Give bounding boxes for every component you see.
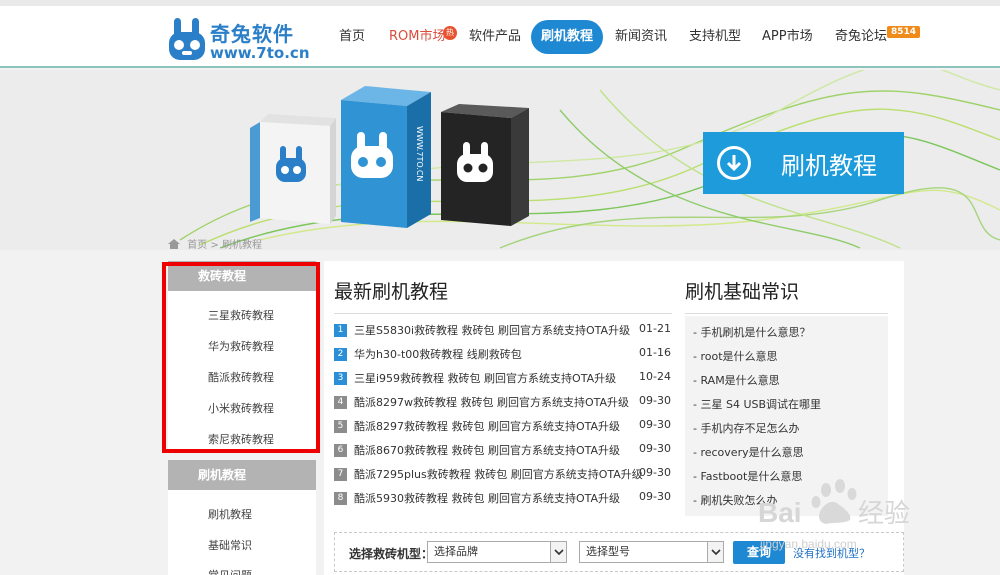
banner-title-block: 刷机教程: [703, 132, 904, 194]
model-select-value: 选择型号: [586, 545, 630, 558]
divider: [685, 313, 888, 314]
nav-rom-market[interactable]: ROM市场: [389, 20, 445, 54]
site-logo[interactable]: 奇兔软件 www.7to.cn: [168, 16, 310, 66]
baidu-watermark: Bai 经验 jingyan.baidu.com: [752, 478, 952, 570]
rabbit-logo-icon: [169, 18, 205, 60]
knowledge-link[interactable]: - recovery是什么意思: [693, 444, 804, 460]
tutorial-date: 01-21: [639, 322, 671, 335]
sidebar-item-faq[interactable]: 常见问题: [208, 567, 252, 575]
tutorial-link[interactable]: 华为h30-t00救砖教程 线刷救砖包: [354, 346, 522, 362]
brand-select-value: 选择品牌: [434, 545, 478, 558]
box-url-text: WWW.7TO.CN: [415, 126, 424, 181]
sidebar-item-flash[interactable]: 刷机教程: [208, 506, 252, 522]
tutorial-link[interactable]: 酷派7295plus救砖教程 救砖包 刷回官方系统支持OTA升级: [354, 466, 643, 482]
tutorial-link[interactable]: 酷派8297w救砖教程 救砖包 刷回官方系统支持OTA升级: [354, 394, 629, 410]
tutorial-link[interactable]: 酷派8670救砖教程 救砖包 刷回官方系统支持OTA升级: [354, 442, 620, 458]
divider: [334, 313, 672, 314]
site-header: 奇兔软件 www.7to.cn 首页 ROM市场 热 软件产品 刷机教程 新闻资…: [0, 0, 1000, 68]
chevron-down-icon: [707, 542, 723, 562]
nav-flash-tutorial[interactable]: 刷机教程: [531, 20, 604, 54]
rank-number: 1: [334, 324, 347, 337]
watermark-brand: Bai: [758, 497, 802, 528]
knowledge-link[interactable]: - 三星 S4 USB调试在哪里: [693, 396, 821, 412]
chevron-down-icon: [550, 542, 566, 562]
rank-number: 2: [334, 348, 347, 361]
download-icon: [717, 146, 751, 180]
tutorial-link[interactable]: 酷派5930救砖教程 救砖包 刷回官方系统支持OTA升级: [354, 490, 620, 506]
knowledge-link[interactable]: - 手机刷机是什么意思？: [693, 324, 810, 340]
tutorial-date: 09-30: [639, 490, 671, 503]
tutorial-link[interactable]: 三星S5830i救砖教程 救砖包 刷回官方系统支持OTA升级: [354, 322, 630, 338]
knowledge-title: 刷机基础常识: [685, 281, 800, 303]
sidebar-item-basics[interactable]: 基础常识: [208, 537, 252, 553]
tutorial-row[interactable]: 4 酷派8297w救砖教程 救砖包 刷回官方系统支持OTA升级 09-30: [334, 393, 674, 413]
white-product-box: [250, 114, 336, 224]
nav-home[interactable]: 首页: [339, 20, 365, 54]
rank-number: 7: [334, 468, 347, 481]
rank-number: 6: [334, 444, 347, 457]
rank-number: 5: [334, 420, 347, 433]
tutorial-date: 09-30: [639, 394, 671, 407]
highlight-frame: [162, 262, 320, 453]
breadcrumb-current: 刷机教程: [221, 240, 262, 251]
nav-supported-models[interactable]: 支持机型: [689, 20, 741, 54]
hero-banner: WWW.7TO.CN 刷机教程: [0, 70, 1000, 250]
sidebar-group-title[interactable]: 刷机教程: [168, 460, 316, 490]
tutorial-row[interactable]: 5 酷派8297救砖教程 救砖包 刷回官方系统支持OTA升级 09-30: [334, 417, 674, 437]
blue-product-box: WWW.7TO.CN: [341, 86, 431, 228]
nav-forum[interactable]: 奇兔论坛: [835, 20, 887, 54]
tutorial-row[interactable]: 7 酷派7295plus救砖教程 救砖包 刷回官方系统支持OTA升级 09-30: [334, 465, 674, 485]
tutorial-date: 09-30: [639, 418, 671, 431]
home-icon: [168, 239, 180, 249]
tutorial-date: 10-24: [639, 370, 671, 383]
knowledge-link[interactable]: - RAM是什么意思: [693, 372, 780, 388]
model-select[interactable]: 选择型号: [579, 541, 724, 563]
tutorial-link[interactable]: 三星i959救砖教程 救砖包 刷回官方系统支持OTA升级: [354, 370, 616, 386]
tutorial-row[interactable]: 3 三星i959救砖教程 救砖包 刷回官方系统支持OTA升级 10-24: [334, 369, 674, 389]
forum-count-badge: 8514: [887, 26, 921, 38]
knowledge-link[interactable]: - root是什么意思: [693, 348, 778, 364]
brand-select[interactable]: 选择品牌: [427, 541, 567, 563]
tutorial-row[interactable]: 1 三星S5830i救砖教程 救砖包 刷回官方系统支持OTA升级 01-21: [334, 321, 674, 341]
tutorial-row[interactable]: 6 酷派8670救砖教程 救砖包 刷回官方系统支持OTA升级 09-30: [334, 441, 674, 461]
tutorial-row[interactable]: 8 酷派5930救砖教程 救砖包 刷回官方系统支持OTA升级 09-30: [334, 489, 674, 509]
nav-software[interactable]: 软件产品: [469, 20, 521, 54]
sidebar-group-panel: 刷机教程 基础常识 常见问题: [168, 490, 316, 575]
logo-name: 奇兔软件: [210, 22, 294, 46]
hot-badge: 热: [443, 26, 457, 40]
rank-number: 8: [334, 492, 347, 505]
search-label: 选择救砖机型：: [349, 547, 434, 561]
tutorial-date: 09-30: [639, 466, 671, 479]
breadcrumb: 首页 > 刷机教程: [168, 236, 262, 251]
baidu-paw-logo-icon: Bai 经验 jingyan.baidu.com: [758, 479, 910, 551]
tutorial-link[interactable]: 酷派8297救砖教程 救砖包 刷回官方系统支持OTA升级: [354, 418, 620, 434]
knowledge-link[interactable]: - 手机内存不足怎么办: [693, 420, 799, 436]
latest-tutorials-title: 最新刷机教程: [334, 281, 449, 303]
rank-number: 4: [334, 396, 347, 409]
rank-number: 3: [334, 372, 347, 385]
black-product-box: [441, 104, 529, 226]
tutorial-date: 01-16: [639, 346, 671, 359]
tutorial-row[interactable]: 2 华为h30-t00救砖教程 线刷救砖包 01-16: [334, 345, 674, 365]
breadcrumb-home[interactable]: 首页: [187, 240, 207, 251]
watermark-url: jingyan.baidu.com: [759, 537, 857, 551]
nav-news[interactable]: 新闻资讯: [615, 20, 667, 54]
breadcrumb-separator: >: [210, 240, 219, 251]
logo-url: www.7to.cn: [210, 44, 310, 62]
watermark-brand2: 经验: [858, 499, 910, 529]
banner-title: 刷机教程: [781, 152, 877, 180]
nav-app-market[interactable]: APP市场: [762, 20, 813, 54]
tutorial-date: 09-30: [639, 442, 671, 455]
